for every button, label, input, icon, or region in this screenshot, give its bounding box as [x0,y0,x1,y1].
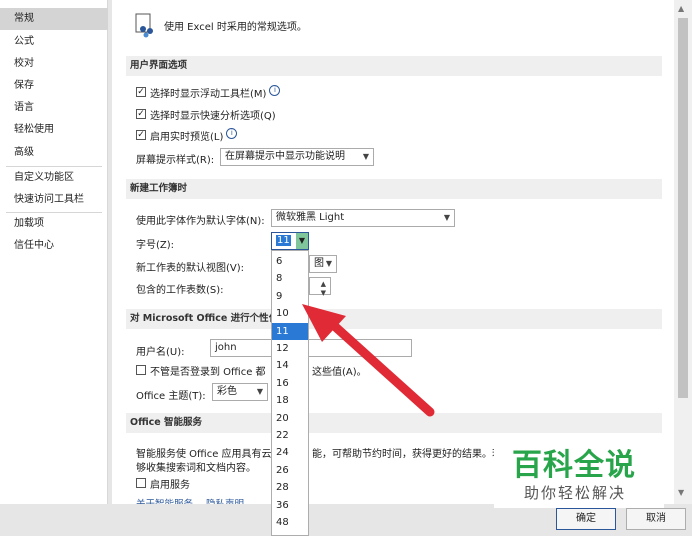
red-arrow-annotation [302,304,435,417]
